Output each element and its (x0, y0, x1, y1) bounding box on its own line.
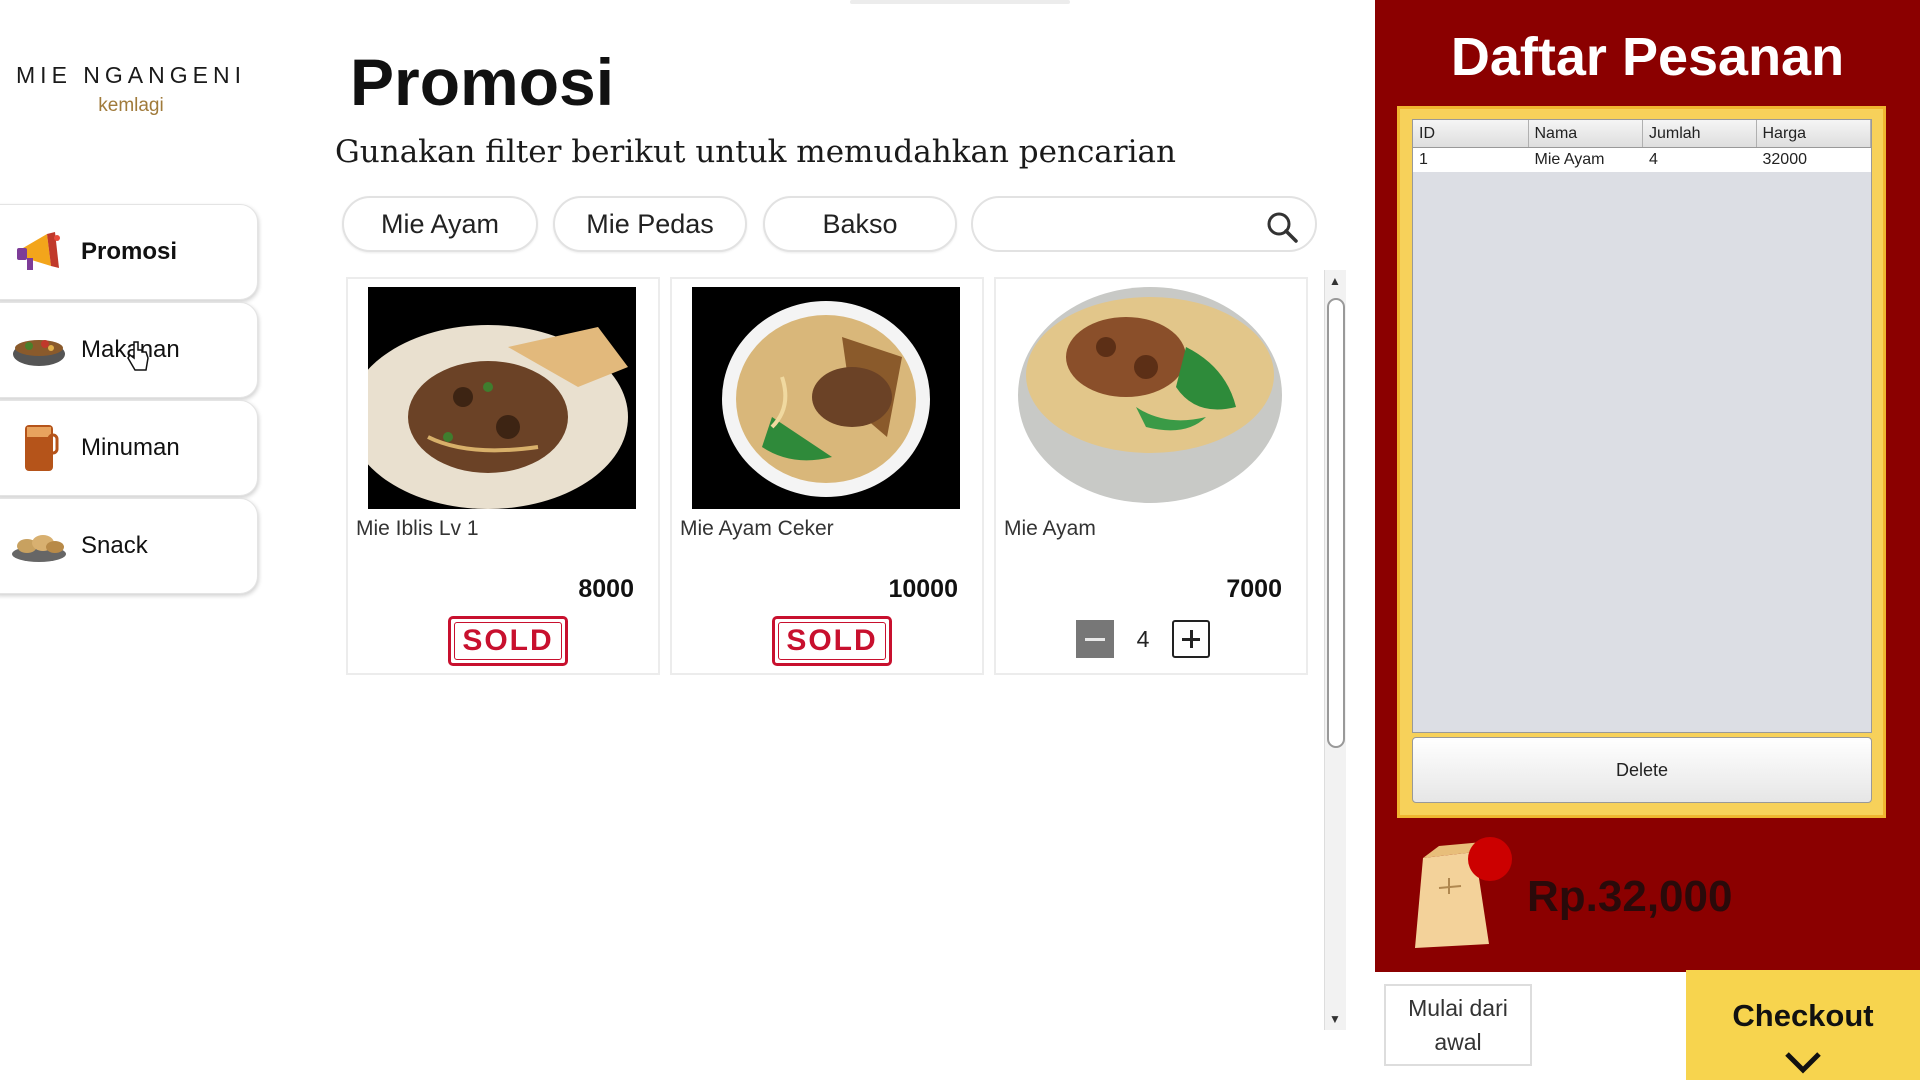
cell-harga: 32000 (1762, 151, 1808, 168)
filter-bakso[interactable]: Bakso (763, 196, 957, 252)
product-image (1016, 287, 1284, 509)
product-name: Mie Ayam Ceker (680, 517, 834, 540)
hand-cursor-icon (127, 341, 149, 371)
sold-stamp: SOLD (448, 616, 568, 666)
product-image (368, 287, 636, 509)
sold-stamp: SOLD (772, 616, 892, 666)
order-panel-title: Daftar Pesanan (1450, 27, 1845, 87)
increase-button[interactable] (1172, 620, 1210, 658)
reset-button[interactable]: Mulai dari awal (1384, 984, 1532, 1066)
sidebar-item-label: Promosi (81, 238, 178, 265)
iced-tea-icon (11, 420, 67, 476)
cell-jumlah: 4 (1649, 151, 1658, 168)
sidebar-item-minuman[interactable]: Minuman (0, 400, 258, 496)
product-price: 10000 (888, 575, 958, 603)
sidebar-item-label: Minuman (81, 434, 180, 461)
product-price: 7000 (1226, 575, 1282, 603)
order-table-header: ID Nama Jumlah Harga (1413, 120, 1871, 148)
megaphone-icon (11, 224, 67, 280)
brand-subtitle: kemlagi (98, 95, 164, 116)
product-name: Mie Iblis Lv 1 (356, 517, 479, 540)
product-card[interactable]: Mie Ayam Ceker 10000 SOLD (670, 277, 984, 675)
order-box: ID Nama Jumlah Harga 1 Mie Ayam 4 32000 … (1397, 106, 1886, 818)
brand-name: MIE NGANGENI (16, 62, 246, 88)
filter-mie-ayam[interactable]: Mie Ayam (342, 196, 538, 252)
checkout-button[interactable]: Checkout (1686, 970, 1920, 1080)
product-card[interactable]: Mie Iblis Lv 1 8000 SOLD (346, 277, 660, 675)
cart-badge (1468, 837, 1512, 881)
chevron-down-icon (1785, 1052, 1821, 1074)
product-price: 8000 (578, 575, 634, 603)
food-bowl-icon (11, 322, 67, 378)
quantity-value: 4 (1136, 625, 1150, 652)
filter-mie-pedas[interactable]: Mie Pedas (553, 196, 747, 252)
product-image (692, 287, 960, 509)
column-header-id[interactable]: ID (1413, 120, 1529, 147)
order-panel: Daftar Pesanan ID Nama Jumlah Harga 1 Mi… (1375, 0, 1920, 972)
quantity-stepper: 4 (1076, 618, 1236, 660)
decrease-button[interactable] (1076, 620, 1114, 658)
page-title: Promosi (350, 45, 615, 119)
page-subtitle: Gunakan filter berikut untuk memudahkan … (335, 134, 1176, 170)
cell-nama: Mie Ayam (1534, 151, 1605, 168)
sidebar-item-promosi[interactable]: Promosi (0, 204, 258, 300)
search-icon[interactable] (1265, 210, 1299, 244)
app-window: MIE NGANGENI kemlagi Promosi Makanan Min… (0, 0, 1920, 1080)
scroll-up-arrow-icon[interactable]: ▲ (1329, 274, 1341, 288)
search-box (971, 196, 1317, 252)
column-header-nama[interactable]: Nama (1529, 120, 1643, 147)
cell-id: 1 (1419, 151, 1428, 168)
table-row[interactable]: 1 Mie Ayam 4 32000 (1413, 148, 1871, 172)
delete-button[interactable]: Delete (1412, 737, 1872, 803)
top-edge-handle (850, 0, 1070, 4)
checkout-label: Checkout (1732, 998, 1874, 1033)
snack-icon (11, 518, 67, 574)
sidebar-item-label: Snack (81, 532, 148, 559)
sidebar-item-snack[interactable]: Snack (0, 498, 258, 594)
scrollbar-thumb[interactable] (1327, 298, 1345, 748)
product-name: Mie Ayam (1004, 517, 1096, 540)
search-input[interactable] (993, 208, 1253, 240)
order-total: Rp.32,000 (1527, 872, 1733, 921)
brand: MIE NGANGENI kemlagi (0, 62, 262, 117)
product-list-scrollbar[interactable]: ▲ ▼ (1324, 270, 1346, 1030)
order-table: ID Nama Jumlah Harga 1 Mie Ayam 4 32000 (1412, 119, 1872, 733)
scroll-down-arrow-icon[interactable]: ▼ (1329, 1012, 1341, 1026)
product-card[interactable]: Mie Ayam 7000 4 (994, 277, 1308, 675)
column-header-jumlah[interactable]: Jumlah (1643, 120, 1757, 147)
column-header-harga[interactable]: Harga (1757, 120, 1871, 147)
